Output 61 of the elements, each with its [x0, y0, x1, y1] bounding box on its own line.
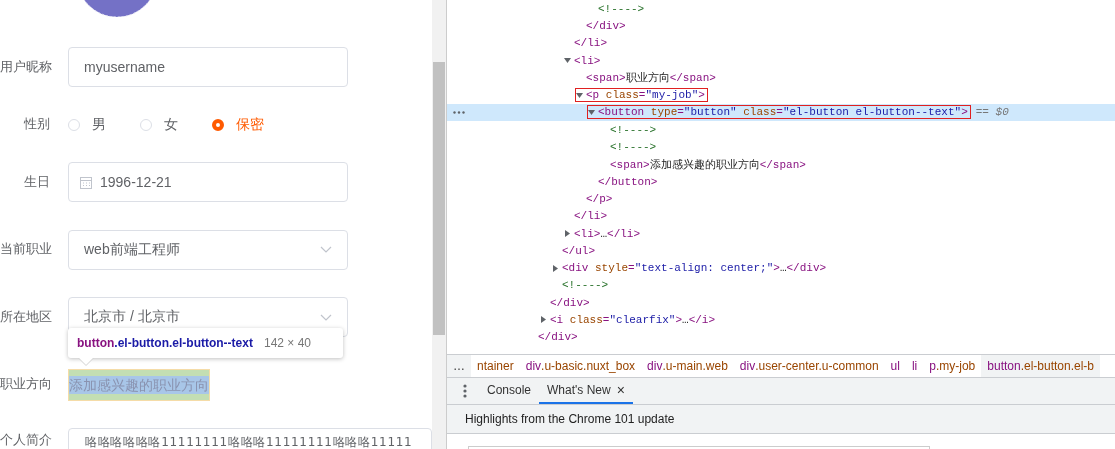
- select-field[interactable]: web前端工程师: [68, 229, 348, 270]
- breadcrumb-item[interactable]: div.user-center.u-common: [733, 355, 885, 377]
- breadcrumb-item[interactable]: li: [905, 355, 924, 377]
- breadcrumb-more[interactable]: …: [447, 355, 471, 377]
- scrollbar[interactable]: [432, 0, 447, 449]
- expand-arrow-icon[interactable]: [564, 57, 571, 65]
- element-selector: button.el-button.el-button--text: [77, 336, 253, 350]
- scrollbar-thumb[interactable]: [433, 62, 445, 335]
- textarea-field[interactable]: 咯咯咯咯咯咯11111111咯咯咯11111111咯咯咯11111: [68, 428, 432, 449]
- field-label: 用户昵称: [0, 58, 50, 76]
- expand-arrow-icon[interactable]: [576, 91, 583, 99]
- field-label: 职业方向: [0, 376, 50, 393]
- field-label: 生日: [23, 173, 50, 191]
- code-line[interactable]: <li>…</li>: [574, 227, 641, 240]
- close-icon[interactable]: ×: [616, 382, 625, 398]
- code-line[interactable]: <p class="my-job">: [586, 89, 705, 102]
- field-label: 所在地区: [0, 308, 50, 326]
- code-line[interactable]: </div>: [550, 296, 590, 309]
- expand-arrow-icon[interactable]: [564, 230, 571, 237]
- code-line[interactable]: </li>: [574, 210, 607, 223]
- code-line[interactable]: <!---->: [598, 2, 645, 15]
- field-label: 个人简介: [0, 432, 50, 449]
- code-line[interactable]: <button type="button" class="el-button el-button--text">: [598, 106, 968, 119]
- expand-arrow-icon[interactable]: [588, 108, 595, 116]
- breadcrumb-item[interactable]: div.u-basic.nuxt_box: [519, 355, 642, 377]
- field-label: 当前职业: [0, 241, 50, 258]
- code-line[interactable]: </button>: [598, 175, 658, 188]
- drawer-tab[interactable]: Console: [479, 378, 540, 404]
- breadcrumb-item[interactable]: button.el-button.el-b: [981, 355, 1101, 377]
- breadcrumb-item[interactable]: ntainer: [471, 355, 520, 377]
- input-field[interactable]: myusername: [68, 47, 348, 87]
- element-size: 142 × 40: [263, 336, 311, 350]
- expand-arrow-icon[interactable]: [540, 316, 547, 324]
- code-line[interactable]: </div>: [538, 331, 578, 344]
- expand-arrow-icon[interactable]: [552, 264, 559, 272]
- code-line[interactable]: <i class="clearfix">…</i>: [550, 314, 716, 326]
- drawer-tab[interactable]: What's New ×: [539, 378, 633, 404]
- code-line[interactable]: <li>: [574, 54, 601, 67]
- code-line[interactable]: </div>: [586, 19, 626, 32]
- breadcrumb-item[interactable]: p.my-job: [923, 355, 982, 377]
- code-line[interactable]: <span>职业方向</span>: [586, 70, 716, 86]
- more-icon[interactable]: [453, 110, 465, 114]
- code-line[interactable]: </li>: [574, 37, 607, 50]
- code-line[interactable]: <!---->: [610, 123, 657, 136]
- code-line[interactable]: </p>: [586, 192, 613, 205]
- calendar-icon: [80, 175, 92, 189]
- code-line[interactable]: <!---->: [610, 141, 657, 153]
- chevron-down-icon: [320, 313, 332, 321]
- more-vertical-icon[interactable]: [463, 384, 467, 398]
- breadcrumb-item[interactable]: div.u-main.web: [641, 355, 734, 377]
- field-label: 性别: [23, 116, 50, 133]
- radio-option[interactable]: 男: [68, 115, 140, 134]
- code-line[interactable]: <!---->: [562, 279, 609, 292]
- code-line[interactable]: <div style="text-align: center;">…</div>: [562, 262, 827, 275]
- code-line[interactable]: </ul>: [562, 244, 595, 257]
- code-line[interactable]: <span>添加感兴趣的职业方向</span>: [610, 156, 806, 172]
- selected-marker: == $0: [975, 106, 1009, 119]
- chevron-down-icon: [320, 246, 332, 253]
- breadcrumb-item[interactable]: ul: [884, 355, 906, 377]
- radio-option[interactable]: 女: [140, 115, 212, 134]
- date-field[interactable]: 1996-12-21: [68, 162, 348, 202]
